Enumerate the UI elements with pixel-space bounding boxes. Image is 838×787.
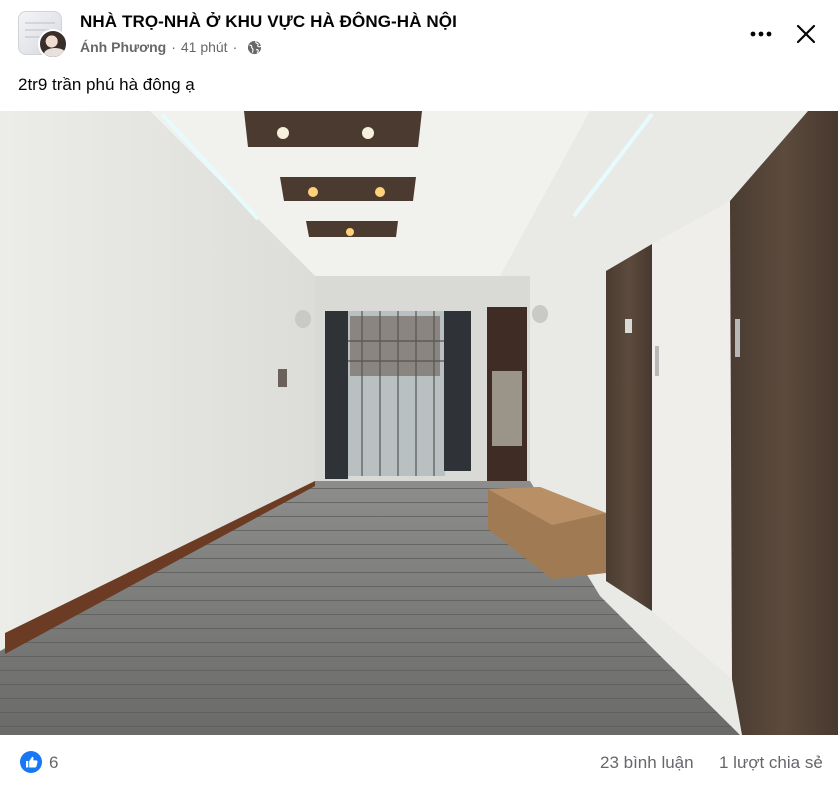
post-stats-bar: 6 23 bình luận 1 lượt chia sẻ [0,738,838,787]
post-header: NHÀ TRỌ-NHÀ Ở KHU VỰC HÀ ĐÔNG-HÀ NỘI Ánh… [0,0,838,70]
post-text: 2tr9 trần phú hà đông ạ [18,75,195,94]
group-name[interactable]: NHÀ TRỌ-NHÀ Ở KHU VỰC HÀ ĐÔNG-HÀ NỘI [80,12,457,32]
post-time[interactable]: 41 phút [181,39,228,55]
user-avatar[interactable] [38,29,68,59]
post-photo[interactable] [0,111,838,735]
more-options-button[interactable] [744,19,778,49]
avatar-group[interactable] [18,11,68,61]
more-dots-icon [750,31,772,37]
close-button[interactable] [789,17,823,51]
author-name[interactable]: Ánh Phương [80,39,166,55]
room-photo-illustration [0,111,838,735]
reaction-count[interactable]: 6 [49,753,58,773]
shares-count[interactable]: 1 lượt chia sẻ [719,753,823,773]
close-icon [796,24,816,44]
globe-icon[interactable] [247,40,262,55]
like-icon[interactable] [20,751,42,773]
meta-separator: · [171,39,176,55]
comments-count[interactable]: 23 bình luận [600,753,694,773]
post-meta: Ánh Phương · 41 phút · [80,39,262,55]
meta-separator-2: · [232,39,238,55]
